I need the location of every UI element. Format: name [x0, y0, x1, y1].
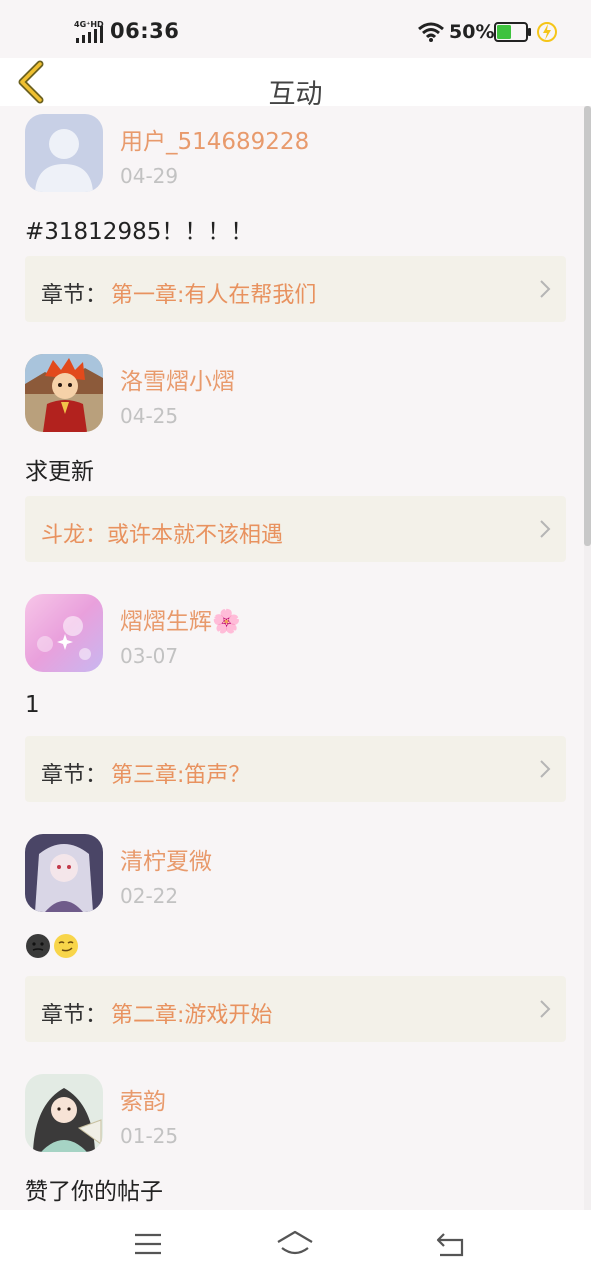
list-item[interactable]: 用户_514689228 04-29 #31812985！！！！ 章节： 第一章… [0, 106, 584, 346]
dark-face-emoji-icon [26, 933, 50, 958]
link-title: 第三章:笛声？ [111, 763, 251, 788]
battery-percent: 50% [449, 21, 495, 43]
comment-text: 赞了你的帖子 [25, 1179, 163, 1205]
post-link[interactable]: 斗龙：或许本就不该相遇 [25, 496, 566, 562]
username[interactable]: 用户_514689228 [120, 122, 309, 156]
username[interactable]: 熠熠生辉🌸 [120, 602, 241, 636]
anime-girl-avatar-icon [25, 834, 103, 912]
avatar[interactable] [25, 834, 103, 912]
ancient-girl-avatar-icon [25, 1074, 103, 1152]
avatar[interactable] [25, 354, 103, 432]
comment-text: 求更新 [25, 459, 94, 485]
scrollbar-thumb[interactable] [584, 106, 591, 546]
avatar[interactable] [25, 1074, 103, 1152]
chevron-right-icon [540, 1000, 551, 1018]
back-icon[interactable] [430, 1228, 470, 1260]
cartoon-boy-avatar-icon [25, 354, 103, 432]
smirk-face-emoji-icon [54, 933, 78, 958]
avatar[interactable] [25, 594, 103, 672]
link-prefix: 章节： [41, 1003, 108, 1028]
list-item[interactable]: 清柠夏微 02-22 章节： 第二章:游戏开始 [0, 826, 584, 1066]
list-item[interactable]: 洛雪熠小熠 04-25 求更新 斗龙：或许本就不该相遇 [0, 346, 584, 586]
interaction-list[interactable]: 用户_514689228 04-29 #31812985！！！！ 章节： 第一章… [0, 106, 584, 1210]
pink-sparkle-avatar-icon [25, 594, 103, 672]
link-prefix: 章节： [41, 763, 108, 788]
username[interactable]: 洛雪熠小熠 [120, 362, 235, 396]
chapter-link[interactable]: 章节： 第二章:游戏开始 [25, 976, 566, 1042]
chapter-link[interactable]: 章节： 第一章:有人在帮我们 [25, 256, 566, 322]
cellular-signal-icon: 4G⁺HD [74, 20, 104, 43]
comment-text: #31812985！！！！ [25, 219, 254, 245]
comment-text: 1 [25, 692, 40, 718]
chevron-right-icon [540, 520, 551, 538]
list-item[interactable]: 熠熠生辉🌸 03-07 1 章节： 第三章:笛声？ [0, 586, 584, 826]
menu-icon[interactable] [128, 1228, 168, 1260]
system-nav-bar [0, 1210, 591, 1280]
chapter-link[interactable]: 章节： 第三章:笛声？ [25, 736, 566, 802]
username[interactable]: 清柠夏微 [120, 842, 212, 876]
username[interactable]: 索韵 [120, 1082, 166, 1116]
date: 04-25 [120, 404, 179, 428]
date: 03-07 [120, 644, 179, 668]
comment-emojis [25, 932, 81, 959]
date: 02-22 [120, 884, 179, 908]
date: 04-29 [120, 164, 179, 188]
charging-icon [537, 22, 557, 42]
avatar[interactable] [25, 114, 103, 192]
chevron-right-icon [540, 280, 551, 298]
battery-icon [494, 22, 531, 42]
status-time: 06:36 [110, 19, 180, 43]
link-title: 斗龙：或许本就不该相遇 [41, 523, 284, 548]
link-title: 第一章:有人在帮我们 [111, 283, 317, 308]
link-prefix: 章节： [41, 283, 108, 308]
status-bar: 4G⁺HD 06:36 50% [0, 0, 591, 58]
list-item[interactable]: 索韵 01-25 赞了你的帖子 [0, 1066, 584, 1210]
default-avatar-icon [25, 114, 103, 192]
link-title: 第二章:游戏开始 [111, 1003, 273, 1028]
svg-text:4G⁺HD: 4G⁺HD [74, 20, 104, 29]
header-bar: 互动 [0, 58, 591, 110]
home-icon[interactable] [275, 1228, 315, 1260]
chevron-right-icon [540, 760, 551, 778]
wifi-icon [418, 22, 444, 42]
date: 01-25 [120, 1124, 179, 1148]
